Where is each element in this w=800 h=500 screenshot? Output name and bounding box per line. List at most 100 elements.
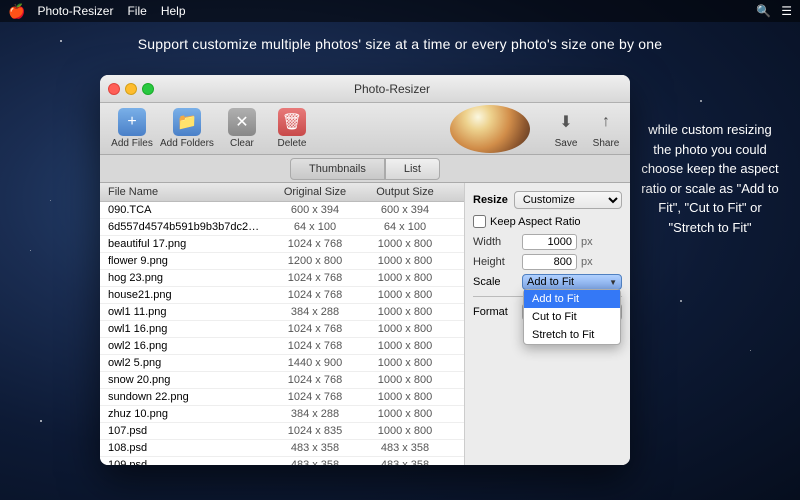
table-row[interactable]: 109.psd483 x 358483 x 358 [100,457,464,465]
scale-option-add-to-fit[interactable]: Add to Fit [524,290,620,308]
tabbar: Thumbnails List [100,155,630,183]
cell-original-size: 1024 x 768 [270,391,360,403]
cell-filename: zhuz 10.png [100,408,270,420]
cell-output-size: 1000 x 800 [360,340,450,352]
delete-button[interactable]: 🗑 Delete [270,108,314,149]
delete-icon: 🗑 [278,108,306,136]
table-row[interactable]: sundown 22.png1024 x 7681000 x 800 [100,389,464,406]
table-row[interactable]: flower 9.png1200 x 8001000 x 800 [100,253,464,270]
clear-button[interactable]: ✕ Clear [220,108,264,149]
table-row[interactable]: 6d557d4574b591b9b3b7dc2c.gif64 x 10064 x… [100,219,464,236]
scale-label: Scale [473,276,518,288]
menu-icon[interactable]: ☰ [781,4,792,18]
sphere-decoration [450,105,530,153]
cell-original-size: 1440 x 900 [270,357,360,369]
search-icon[interactable]: 🔍 [756,4,771,18]
width-input[interactable] [522,234,577,250]
height-row: Height px [473,254,622,270]
cell-filename: sundown 22.png [100,391,270,403]
share-icon: ↑ [592,108,620,136]
maximize-button[interactable] [142,83,154,95]
traffic-lights [108,83,154,95]
cell-original-size: 483 x 358 [270,442,360,454]
cell-filename: snow 20.png [100,374,270,386]
resize-mode-select[interactable]: Customize Fit [514,191,622,209]
tab-list[interactable]: List [385,158,440,180]
add-folders-icon: 📁 [173,108,201,136]
scale-option-cut-to-fit[interactable]: Cut to Fit [524,308,620,326]
delete-label: Delete [277,138,306,149]
table-row[interactable]: 108.psd483 x 358483 x 358 [100,440,464,457]
table-row[interactable]: owl1 16.png1024 x 7681000 x 800 [100,321,464,338]
table-row[interactable]: owl1 11.png384 x 2881000 x 800 [100,304,464,321]
tab-thumbnails[interactable]: Thumbnails [290,158,385,180]
clear-icon: ✕ [228,108,256,136]
cell-original-size: 1200 x 800 [270,255,360,267]
cell-output-size: 1000 x 800 [360,306,450,318]
file-list[interactable]: File Name Original Size Output Size 090.… [100,183,465,465]
save-label: Save [555,138,578,149]
table-header: File Name Original Size Output Size [100,183,464,202]
table-row[interactable]: 107.psd1024 x 8351000 x 800 [100,423,464,440]
menubar-app[interactable]: Photo-Resizer [37,4,113,18]
cell-original-size: 1024 x 768 [270,272,360,284]
cell-output-size: 1000 x 800 [360,391,450,403]
table-row[interactable]: snow 20.png1024 x 7681000 x 800 [100,372,464,389]
menubar-help[interactable]: Help [161,4,186,18]
menubar: 🍎 Photo-Resizer File Help 🔍 ☰ [0,0,800,22]
cell-output-size: 1000 x 800 [360,255,450,267]
right-explanation: while custom resizing the photo you coul… [640,120,780,237]
save-icon: ⬇ [552,108,580,136]
table-row[interactable]: house21.png1024 x 7681000 x 800 [100,287,464,304]
scale-row: Scale Add to Fit ▼ Add to Fit Cut to Fit… [473,274,622,290]
table-row[interactable]: 090.TCA600 x 394600 x 394 [100,202,464,219]
titlebar: Photo-Resizer [100,75,630,103]
height-input[interactable] [522,254,577,270]
add-files-label: Add Files [111,138,153,149]
scale-option-stretch-to-fit[interactable]: Stretch to Fit [524,326,620,344]
height-label: Height [473,256,518,268]
cell-filename: beautiful 17.png [100,238,270,250]
height-px: px [581,256,593,268]
top-label: Support customize multiple photos' size … [0,36,800,52]
cell-original-size: 384 x 288 [270,408,360,420]
cell-original-size: 1024 x 768 [270,289,360,301]
cell-output-size: 483 x 358 [360,442,450,454]
apple-menu[interactable]: 🍎 [8,3,25,20]
toolbar: + Add Files 📁 Add Folders ✕ Clear 🗑 Dele… [100,103,630,155]
resize-title-row: Resize Customize Fit [473,191,622,209]
table-row[interactable]: hog 23.png1024 x 7681000 x 800 [100,270,464,287]
save-button[interactable]: ⬇ Save [552,108,580,149]
cell-output-size: 1000 x 800 [360,357,450,369]
table-row[interactable]: owl2 5.png1440 x 9001000 x 800 [100,355,464,372]
window-title: Photo-Resizer [162,82,622,96]
cell-original-size: 1024 x 768 [270,374,360,386]
add-folders-label: Add Folders [160,138,214,149]
share-button[interactable]: ↑ Share [592,108,620,149]
table-row[interactable]: owl2 16.png1024 x 7681000 x 800 [100,338,464,355]
main-content: File Name Original Size Output Size 090.… [100,183,630,465]
add-files-button[interactable]: + Add Files [110,108,154,149]
add-folders-button[interactable]: 📁 Add Folders [160,108,214,149]
col-header-original: Original Size [270,186,360,198]
cell-filename: house21.png [100,289,270,301]
width-label: Width [473,236,518,248]
menubar-file[interactable]: File [127,4,146,18]
cell-output-size: 483 x 358 [360,459,450,465]
cell-output-size: 1000 x 800 [360,374,450,386]
scale-dropdown[interactable]: Add to Fit ▼ Add to Fit Cut to Fit Stret… [522,274,622,290]
cell-output-size: 1000 x 800 [360,408,450,420]
table-row[interactable]: zhuz 10.png384 x 2881000 x 800 [100,406,464,423]
close-button[interactable] [108,83,120,95]
cell-original-size: 1024 x 835 [270,425,360,437]
cell-filename: 109.psd [100,459,270,465]
table-row[interactable]: beautiful 17.png1024 x 7681000 x 800 [100,236,464,253]
resize-panel: Resize Customize Fit Keep Aspect Ratio W… [465,183,630,465]
clear-label: Clear [230,138,254,149]
minimize-button[interactable] [125,83,137,95]
cell-original-size: 1024 x 768 [270,340,360,352]
cell-filename: 107.psd [100,425,270,437]
keep-aspect-checkbox[interactable] [473,215,486,228]
cell-output-size: 1000 x 800 [360,289,450,301]
width-px: px [581,236,593,248]
